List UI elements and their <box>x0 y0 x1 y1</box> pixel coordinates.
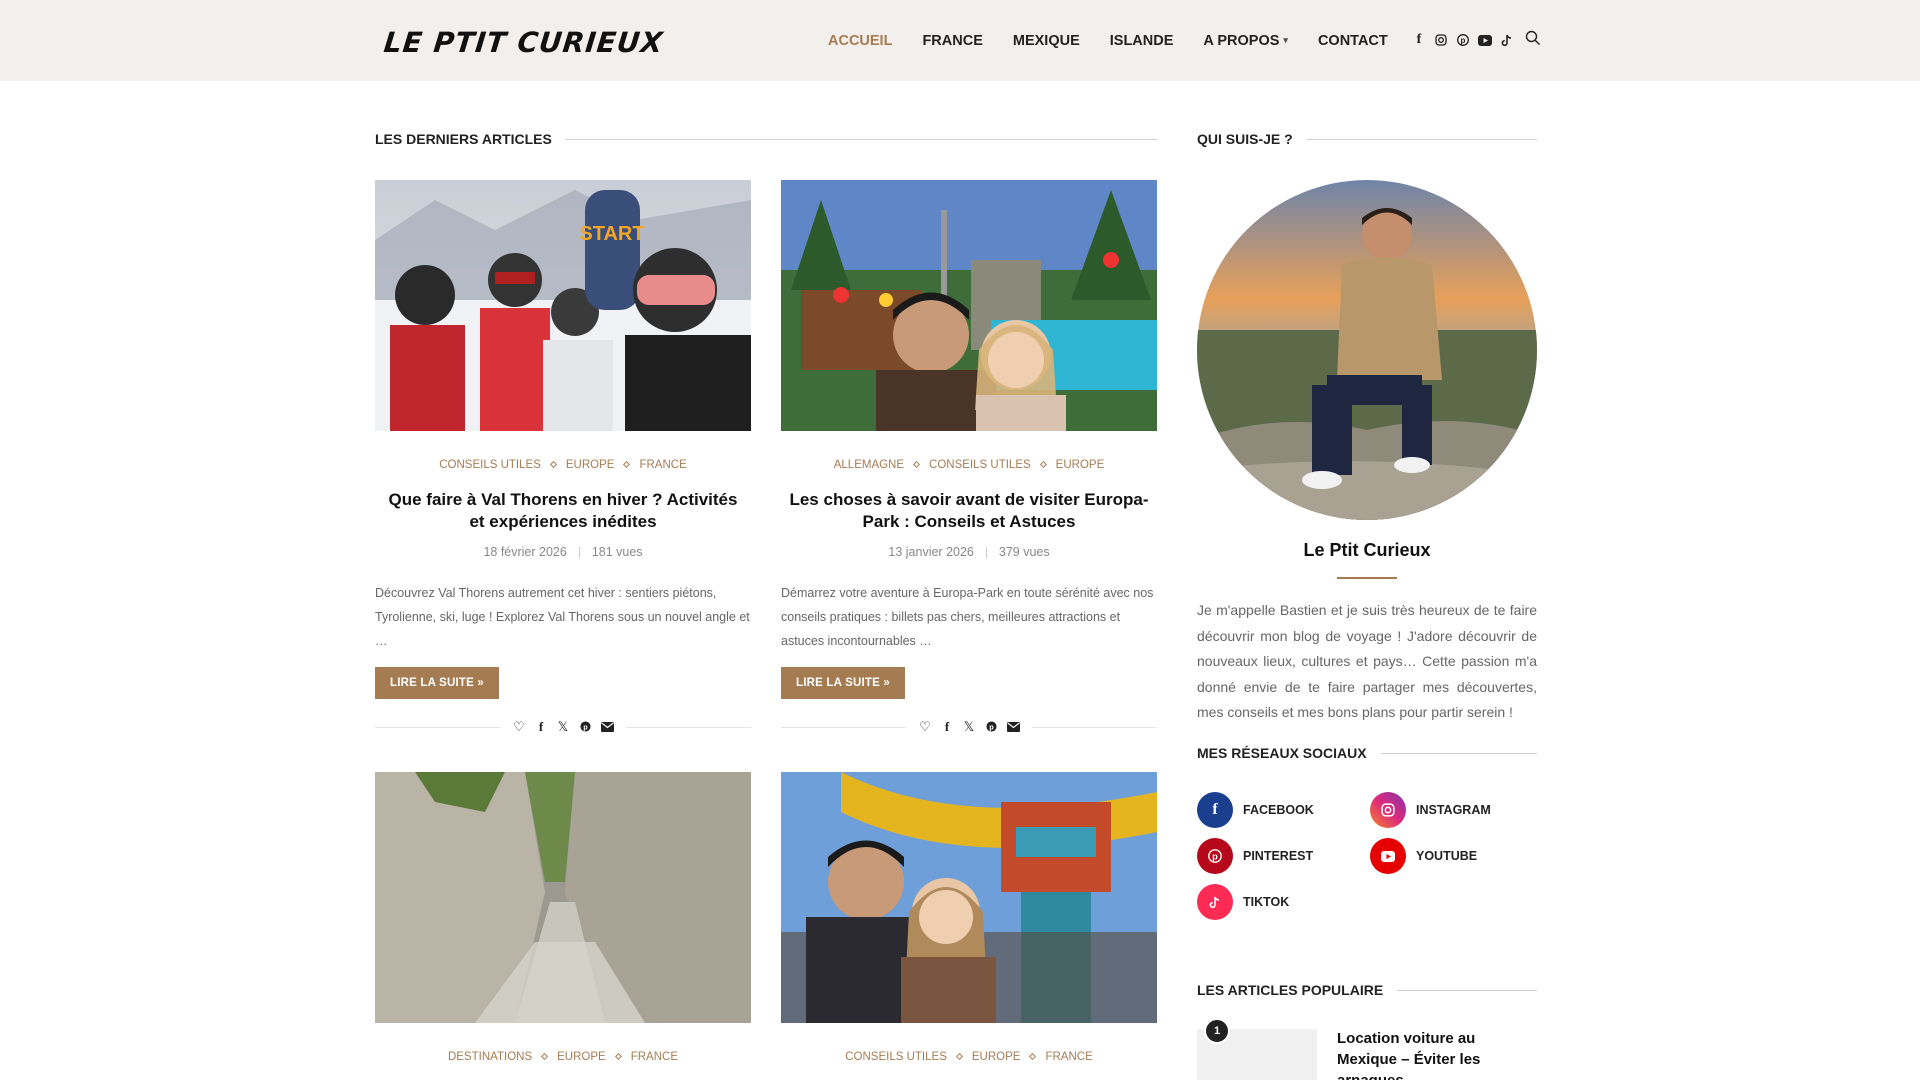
about-heading: QUI SUIS-JE ? <box>1197 131 1537 147</box>
social-link-tiktok[interactable]: TIKTOK <box>1197 884 1289 920</box>
pinterest-icon[interactable]: p <box>1452 30 1474 50</box>
nav-item-contact[interactable]: CONTACT <box>1318 33 1388 49</box>
article-date: 13 janvier 2026 <box>888 545 974 559</box>
category-link[interactable]: EUROPE <box>566 459 615 471</box>
category-link[interactable]: CONSEILS UTILES <box>439 459 541 471</box>
email-share-icon[interactable] <box>1002 720 1024 735</box>
popular-article-title[interactable]: Location voiture au Mexique – Éviter les… <box>1337 1028 1537 1080</box>
email-share-icon[interactable] <box>596 720 618 735</box>
category-link[interactable]: FRANCE <box>639 459 686 471</box>
pinterest-icon: p <box>1197 838 1233 874</box>
svg-text:START: START <box>579 223 644 245</box>
author-bio: Je m'appelle Bastien et je suis très heu… <box>1197 602 1537 720</box>
pinterest-share-icon[interactable]: p <box>980 720 1002 735</box>
article-meta: 18 février 2026 181 vues <box>375 545 751 559</box>
category-link[interactable]: EUROPE <box>972 1051 1021 1063</box>
article-thumbnail-canyon[interactable] <box>375 772 751 1023</box>
pinterest-share-icon[interactable]: p <box>574 720 596 735</box>
social-link-pinterest[interactable]: p PINTEREST <box>1197 838 1313 874</box>
x-share-icon[interactable]: 𝕏 <box>958 719 980 735</box>
author-name-underline <box>1337 577 1397 579</box>
share-bar: ♡ f 𝕏 p <box>375 719 751 735</box>
article-card: CONSEILS UTILES EUROPE FRANCE <box>781 772 1157 1067</box>
x-share-icon[interactable]: 𝕏 <box>552 719 574 735</box>
article-date: 18 février 2026 <box>483 545 567 559</box>
site-header: LE PTIT CURIEUX ACCUEIL FRANCE MEXIQUE I… <box>0 0 1920 81</box>
svg-text:p: p <box>1461 36 1466 45</box>
search-icon[interactable] <box>1525 30 1545 50</box>
facebook-share-icon[interactable]: f <box>936 719 958 735</box>
share-bar: ♡ f 𝕏 p <box>781 719 1157 735</box>
category-link[interactable]: EUROPE <box>1056 459 1105 471</box>
nav-item-a-propos[interactable]: A PROPOS ▾ <box>1203 33 1288 49</box>
youtube-icon <box>1370 838 1406 874</box>
article-thumbnail-ride[interactable] <box>781 772 1157 1023</box>
site-logo[interactable]: LE PTIT CURIEUX <box>382 26 665 59</box>
article-card: ALLEMAGNE CONSEILS UTILES EUROPE Les chose… <box>781 180 1157 735</box>
article-meta: 13 janvier 2026 379 vues <box>781 545 1157 559</box>
category-link[interactable]: CONSEILS UTILES <box>845 1051 947 1063</box>
article-card: START CONSEILS UTILES EUROPE FRANCE Que fa… <box>375 180 751 735</box>
article-views: 379 vues <box>998 545 1050 559</box>
instagram-icon[interactable] <box>1430 30 1452 50</box>
youtube-icon[interactable] <box>1474 30 1496 50</box>
heart-icon[interactable]: ♡ <box>914 719 936 735</box>
read-more-button[interactable]: LIRE LA SUITE » <box>781 667 905 699</box>
facebook-share-icon[interactable]: f <box>530 719 552 735</box>
main-nav: ACCUEIL FRANCE MEXIQUE ISLANDE A PROPOS ▾… <box>828 0 1418 81</box>
popular-rank-badge: 1 <box>1204 1018 1230 1044</box>
category-link[interactable]: DESTINATIONS <box>448 1051 532 1063</box>
tiktok-icon <box>1197 884 1233 920</box>
category-link[interactable]: FRANCE <box>1045 1051 1092 1063</box>
header-social-icons: f p <box>1408 30 1518 50</box>
author-name: Le Ptit Curieux <box>1303 540 1431 560</box>
author-avatar <box>1197 180 1537 520</box>
article-thumbnail-europapark[interactable] <box>781 180 1157 431</box>
instagram-icon <box>1370 792 1406 828</box>
article-title[interactable]: Que faire à Val Thorens en hiver ? Activ… <box>375 489 751 533</box>
tiktok-icon[interactable] <box>1496 30 1518 50</box>
article-categories: CONSEILS UTILES EUROPE FRANCE <box>781 1051 1157 1067</box>
category-link[interactable]: CONSEILS UTILES <box>929 459 1031 471</box>
article-categories: DESTINATIONS EUROPE FRANCE <box>375 1051 751 1067</box>
popular-heading: LES ARTICLES POPULAIRE <box>1197 982 1537 998</box>
category-link[interactable]: FRANCE <box>631 1051 678 1063</box>
latest-articles-heading: LES DERNIERS ARTICLES <box>375 131 1157 147</box>
facebook-icon: f <box>1197 792 1233 828</box>
socials-heading: MES RÉSEAUX SOCIAUX <box>1197 745 1537 761</box>
svg-text:p: p <box>989 722 994 731</box>
nav-item-mexique[interactable]: MEXIQUE <box>1013 33 1080 49</box>
facebook-icon[interactable]: f <box>1408 30 1430 50</box>
social-link-facebook[interactable]: f FACEBOOK <box>1197 792 1314 828</box>
chevron-down-icon: ▾ <box>1283 35 1288 45</box>
article-card: DESTINATIONS EUROPE FRANCE <box>375 772 751 1067</box>
read-more-button[interactable]: LIRE LA SUITE » <box>375 667 499 699</box>
article-excerpt: Démarrez votre aventure à Europa-Park en… <box>781 586 1154 648</box>
article-views: 181 vues <box>591 545 643 559</box>
social-link-youtube[interactable]: YOUTUBE <box>1370 838 1477 874</box>
category-link[interactable]: EUROPE <box>557 1051 606 1063</box>
article-categories: CONSEILS UTILES EUROPE FRANCE <box>375 459 751 475</box>
nav-item-france[interactable]: FRANCE <box>922 33 982 49</box>
article-excerpt: Découvrez Val Thorens autrement cet hive… <box>375 586 750 648</box>
article-title[interactable]: Les choses à savoir avant de visiter Eur… <box>781 489 1157 533</box>
svg-text:p: p <box>583 722 588 731</box>
article-thumbnail-ski[interactable]: START <box>375 180 751 431</box>
article-categories: ALLEMAGNE CONSEILS UTILES EUROPE <box>781 459 1157 475</box>
svg-text:p: p <box>1212 852 1218 862</box>
social-link-instagram[interactable]: INSTAGRAM <box>1370 792 1491 828</box>
nav-item-islande[interactable]: ISLANDE <box>1110 33 1174 49</box>
category-link[interactable]: ALLEMAGNE <box>834 459 904 471</box>
nav-item-accueil[interactable]: ACCUEIL <box>828 33 892 49</box>
heart-icon[interactable]: ♡ <box>508 719 530 735</box>
